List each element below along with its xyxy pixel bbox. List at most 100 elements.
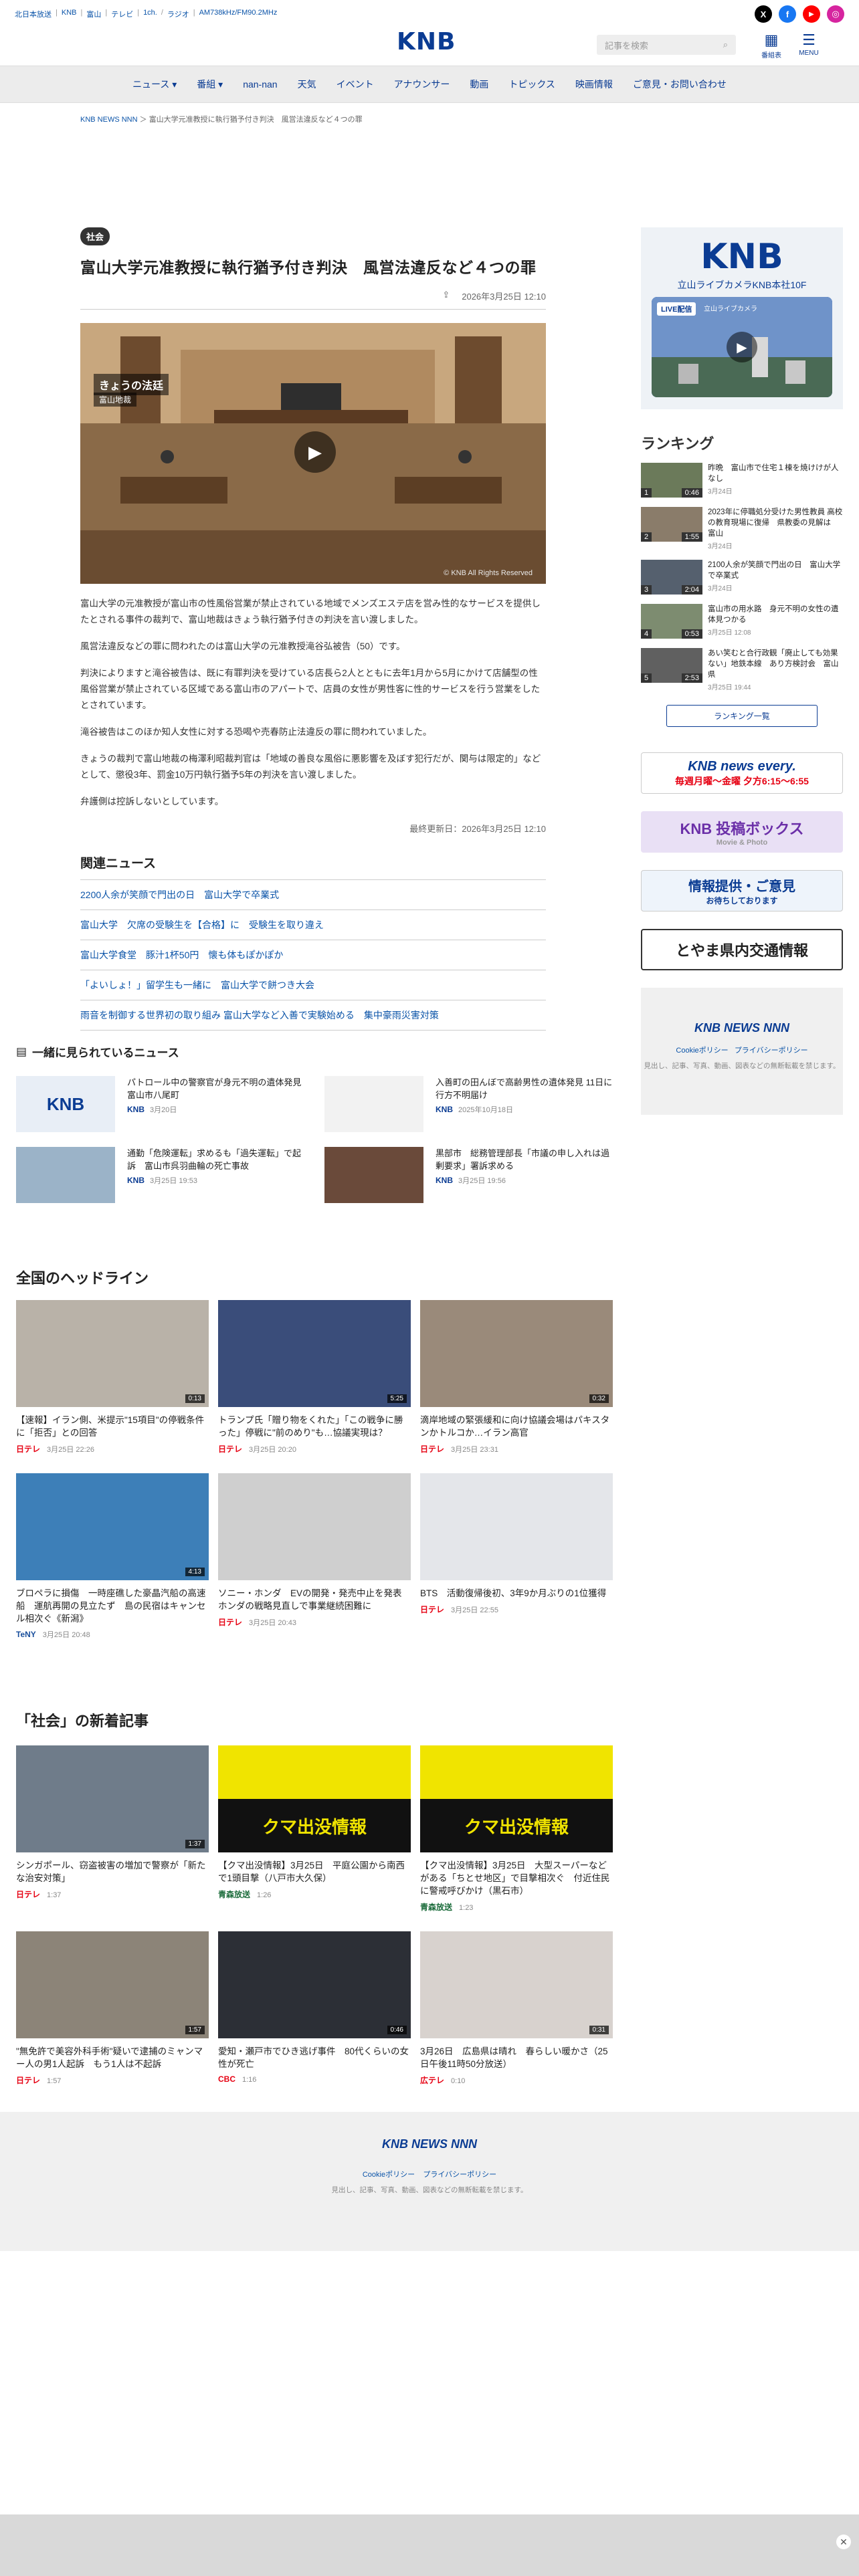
live-camera-box[interactable]: KNB 立山ライブカメラKNB本社10F LIVE配信 立山ライブカメラ ▶	[641, 227, 843, 409]
article-title: 富山大学元准教授に執行猶予付き判決 風営法違反など４つの罪	[80, 259, 537, 276]
live-camera-video[interactable]: LIVE配信 立山ライブカメラ ▶	[652, 297, 832, 397]
menu-button[interactable]: ☰ MENU	[793, 31, 824, 57]
ranking-thumbnail: 1 0:46	[641, 463, 702, 498]
nav-item-nan-nan[interactable]: nan-nan	[233, 79, 287, 90]
related-link[interactable]: 「よいしょ！」留学生も一緒に 富山大学で餅つき大会	[80, 970, 546, 1000]
every-banner[interactable]: KNB news every. 毎週月曜〜金曜 夕方6:15〜6:55	[641, 752, 843, 794]
info-banner[interactable]: 情報提供・ご意見 お待ちしております	[641, 870, 843, 911]
search-input[interactable]: 記事を検索 ⌕	[597, 35, 736, 55]
top-link[interactable]: ラジオ	[167, 9, 189, 19]
ranking-thumbnail: 3 2:04	[641, 560, 702, 595]
related-link[interactable]: 富山大学 欠席の受験生を【合格】に 受験生を取り違え	[80, 910, 546, 940]
nav-item-events[interactable]: イベント	[326, 78, 384, 91]
facebook-icon[interactable]: f	[779, 5, 796, 23]
live-badge: LIVE配信	[657, 302, 696, 316]
news-card[interactable]: クマ出没情報 【クマ出没情報】3月25日 平庭公園から南西で1頭目撃（八戸市大久…	[218, 1745, 411, 1913]
related-link[interactable]: 雨音を制御する世界初の取り組み 富山大学など入善で実験始める 集中豪雨災害対策	[80, 1000, 546, 1031]
instagram-icon[interactable]: ◎	[827, 5, 844, 23]
watched-together: ▤ 一緒に見られているニュース KNB パトロール中の警察官が身元不明の遺体発見…	[16, 1043, 613, 1203]
headline-card[interactable]: 4:13 ブロペラに損傷 一時座礁した豪晶汽船の高速船 運航再開の見立たず 島の…	[16, 1473, 209, 1640]
news-card[interactable]: 1:57 "無免許で美容外科手術"疑いで逮捕のミャンマー人の男1人起訴 もう1人…	[16, 1931, 209, 2086]
social-links: X f ▶ ◎	[755, 5, 844, 23]
nav-item-movies[interactable]: 映画情報	[565, 78, 623, 91]
ranking-item[interactable]: 2 1:55 2023年に停職処分受けた男性教員 高校の教育現場に復帰 県教委の見…	[641, 507, 843, 550]
nav-item-videos[interactable]: 動画	[460, 78, 498, 91]
top-link[interactable]: 北日本放送	[15, 9, 52, 19]
video-caption-sub: 富山地裁	[94, 393, 137, 407]
article-body: 富山大学の元准教授が富山市の性風俗営業が禁止されている地域でメンズエステ店を営み…	[80, 596, 546, 810]
watch-item[interactable]: 通勤「危険運転」求めるも「過失運転」で起訴 富山市呉羽曲輪の死亡事故 KNB 3月2…	[16, 1147, 304, 1203]
cookie-policy-link[interactable]: Cookieポリシー	[363, 2171, 415, 2179]
building-thumbnail	[16, 1147, 115, 1203]
article-paragraph: 弁護側は控訴しないとしています。	[80, 796, 224, 807]
footer-logo[interactable]: KNB NEWS NNN	[0, 2137, 859, 2151]
ranking-item[interactable]: 4 0:53 富山市の用水路 身元不明の女性の遺体見つかる 3月25日 12:08	[641, 604, 843, 639]
top-link[interactable]: 富山	[86, 9, 101, 19]
national-headline-title: 全国のヘッドライン	[16, 1270, 149, 1287]
top-link[interactable]: テレビ	[111, 9, 133, 19]
ranking-item[interactable]: 5 2:53 あい笑むと合行政観「廃止しても効果ない」地鉄本線 あり方検討会 富山…	[641, 648, 843, 691]
ranking-more-button[interactable]: ランキング一覧	[666, 705, 818, 727]
nav-item-announcers[interactable]: アナウンサー	[384, 78, 460, 91]
top-link[interactable]: 1ch.	[143, 9, 157, 19]
related-news: 関連ニュース 2200人余が笑顔で門出の日 富山大学で卒業式 富山大学 欠席の受…	[80, 853, 546, 1031]
play-icon[interactable]: ▶	[294, 431, 336, 473]
headline-card[interactable]: 0:13 【速報】イラン側、米提示"15項目"の停戦条件に「拒否」との回答 日テ…	[16, 1300, 209, 1455]
search-placeholder: 記事を検索	[605, 40, 649, 51]
live-logo: KNB	[700, 237, 783, 277]
hamburger-icon: ☰	[802, 31, 816, 48]
site-logo[interactable]: KNB	[397, 28, 456, 56]
watched-title: ▤ 一緒に見られているニュース	[16, 1045, 179, 1060]
global-nav: ニュース ▾ 番組 ▾ nan-nan 天気 イベント アナウンサー 動画 トピ…	[0, 66, 859, 103]
top-link[interactable]: AM738kHz/FM90.2MHz	[199, 9, 278, 19]
traffic-banner[interactable]: とやま県内交通情報	[641, 929, 843, 970]
privacy-policy-link[interactable]: プライバシーポリシー	[423, 2171, 496, 2179]
youtube-icon[interactable]: ▶	[803, 5, 820, 23]
article-paragraph: きょうの裁判で富山地裁の梅澤利昭裁判官は「地域の善良な風俗に悪影響を及ぼす犯行だ…	[80, 754, 541, 780]
top-link[interactable]: KNB	[62, 9, 77, 19]
bear-alert-thumbnail: クマ出没情報	[218, 1745, 411, 1852]
article-date: 2026年3月25日 12:10	[462, 292, 546, 302]
headline-thumbnail	[218, 1473, 411, 1580]
nav-item-programs[interactable]: 番組 ▾	[187, 78, 233, 91]
news-card[interactable]: クマ出没情報 【クマ出没情報】3月25日 大型スーパーなどがある「ちとせ地区」で…	[420, 1745, 613, 1913]
news-card[interactable]: 0:31 3月26日 広島県は晴れ 春らしい暖かさ（25日午後11時50分放送）…	[420, 1931, 613, 2086]
share-icon[interactable]: ⇪	[442, 290, 450, 302]
article-paragraph: 富山大学の元准教授が富山市の性風俗営業が禁止されている地域でメンズエステ店を営み…	[80, 599, 541, 625]
close-icon[interactable]: ✕	[836, 2535, 851, 2549]
watch-item[interactable]: 黒部市 総務管理部長「市議の申し入れは過剰要求」署訴求める KNB 3月25日 19…	[324, 1147, 613, 1203]
nav-item-weather[interactable]: 天気	[288, 78, 326, 91]
list-icon: ▤	[16, 1045, 27, 1058]
x-icon[interactable]: X	[755, 5, 772, 23]
ranking-item[interactable]: 3 2:04 2100人余が笑顔で門出の日 富山大学で卒業式 3月24日	[641, 560, 843, 595]
watch-item[interactable]: KNB パトロール中の警察官が身元不明の遺体発見 富山市八尾町 KNB 3月20日	[16, 1076, 310, 1132]
toukou-banner[interactable]: KNB 投稿ボックス Movie & Photo	[641, 811, 843, 853]
headline-card[interactable]: 5:25 トランプ氏「贈り物をくれた」「この戦争に勝った」停戦に"前のめり"も……	[218, 1300, 411, 1455]
knb-news-thumbnail: KNB	[16, 1076, 115, 1132]
cookie-policy-link[interactable]: Cookieポリシー	[676, 1047, 728, 1055]
headline-card[interactable]: BTS 活動復帰後初、3年9か月ぶりの1位獲得 日テレ 3月25日 22:55	[420, 1473, 613, 1640]
updated-date: 最終更新日：2026年3月25日 12:10	[409, 824, 546, 834]
category-badge[interactable]: 社会	[80, 227, 110, 245]
nav-item-contact[interactable]: ご意見・お問い合わせ	[623, 78, 737, 91]
related-link[interactable]: 2200人余が笑顔で門出の日 富山大学で卒業式	[80, 880, 546, 910]
related-link[interactable]: 富山大学食堂 豚汁1杯50円 懐も体もぽかぽか	[80, 940, 546, 970]
news-card[interactable]: 0:46 愛知・瀬戸市でひき逃げ事件 80代くらいの女性が死亡 CBC 1:16	[218, 1931, 411, 2086]
headline-card[interactable]: ソニー・ホンダ EVの開発・発売中止を発表 ホンダの戦略見直しで事業継続困難に …	[218, 1473, 411, 1640]
headline-card[interactable]: 0:32 滴岸地域の緊張緩和に向け協議会場はパキスタンかトルコか…イラン高官 日…	[420, 1300, 613, 1455]
ranking-item[interactable]: 1 0:46 昨晩 富山市で住宅１棟を焼けけが人なし 3月24日	[641, 463, 843, 498]
search-icon[interactable]: ⌕	[723, 39, 728, 50]
sidebar: KNB 立山ライブカメラKNB本社10F LIVE配信 立山ライブカメラ ▶ ラ…	[641, 227, 843, 1115]
watch-item[interactable]: 入善町の田んぼで高齢男性の遺体発見 11日に行方不明届け KNB 2025年10月1…	[324, 1076, 613, 1132]
footer-copyright: 見出し、記事、写真、動画、図表などの無断転載を禁じます。	[331, 2186, 528, 2194]
news-card[interactable]: 1:37 シンガポール、窃盗被害の増加で警察が「新たな治安対策」 日テレ 1:37	[16, 1745, 209, 1913]
nav-item-news[interactable]: ニュース ▾	[122, 78, 187, 91]
program-guide-button[interactable]: ▦ 番組表	[756, 31, 787, 60]
play-icon[interactable]: ▶	[727, 332, 757, 362]
document-thumbnail	[324, 1076, 423, 1132]
article-video[interactable]: きょうの法廷 富山地裁 ▶ © KNB All Rights Reserved	[80, 323, 546, 584]
news-thumbnail: 1:57	[16, 1931, 209, 2038]
nav-item-topics[interactable]: トピックス	[498, 78, 565, 91]
privacy-policy-link[interactable]: プライバシーポリシー	[735, 1047, 808, 1055]
breadcrumb-home[interactable]: KNB NEWS NNN	[80, 116, 138, 124]
